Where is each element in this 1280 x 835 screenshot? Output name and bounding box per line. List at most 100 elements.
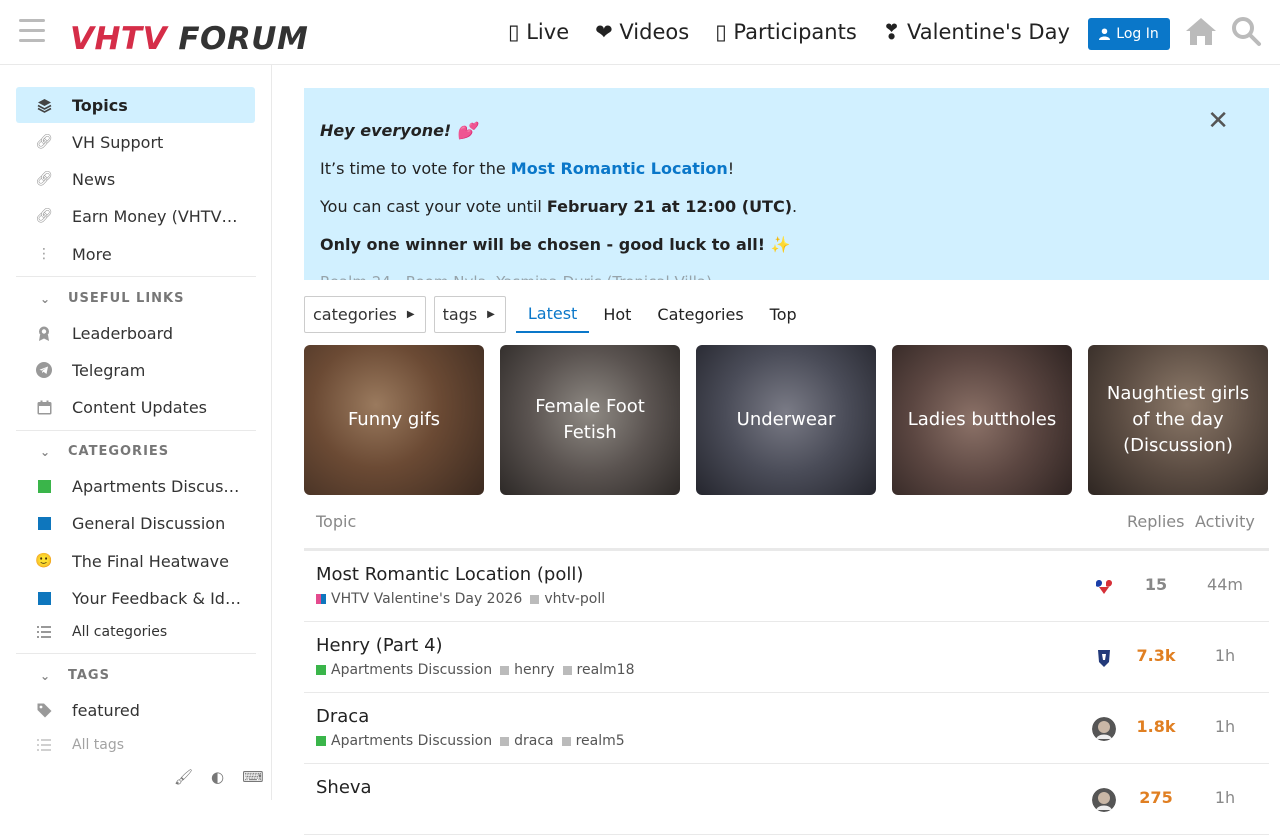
reply-count[interactable]: 1.8k	[1124, 717, 1188, 736]
table-row[interactable]: Henry (Part 4) Apartments Discussion hen…	[304, 622, 1269, 693]
sidebar-item-news[interactable]: 🔗︎ News	[16, 161, 255, 197]
sidebar-item-earn-money[interactable]: 🔗︎ Earn Money (VHTV Affiliate Program)	[16, 198, 255, 234]
site-logo[interactable]: VHTV FORUM	[70, 17, 308, 61]
chevron-down-icon: ⌄	[40, 291, 52, 306]
sidebar-tag-featured[interactable]: featured	[16, 692, 255, 728]
avatar[interactable]	[1092, 575, 1116, 599]
hamburger-menu-icon[interactable]	[19, 19, 45, 43]
featured-card[interactable]: Female Foot Fetish	[500, 345, 680, 495]
sidebar-divider	[16, 430, 256, 431]
sidebar-category-general[interactable]: General Discussion	[16, 505, 255, 541]
avatar[interactable]	[1092, 788, 1116, 812]
tag-swatch	[500, 736, 510, 746]
categories-dropdown[interactable]: categories ▶	[304, 296, 426, 333]
table-row[interactable]: Draca Apartments Discussion draca realm5…	[304, 693, 1269, 764]
dropdown-label: categories	[313, 305, 397, 324]
login-label: Log In	[1116, 26, 1159, 42]
sidebar-item-topics[interactable]: Topics	[16, 87, 255, 123]
avatar[interactable]	[1092, 717, 1116, 741]
topic-tag[interactable]: henry	[500, 662, 555, 678]
sidebar-category-apartments[interactable]: Apartments Discussion	[16, 468, 255, 504]
featured-card[interactable]: Funny gifs	[304, 345, 484, 495]
sidebar-item-content-updates[interactable]: Content Updates	[16, 389, 255, 425]
topic-tag[interactable]: realm5	[561, 733, 625, 749]
close-icon[interactable]: ✕	[1207, 106, 1229, 136]
category-color-swatch	[16, 516, 72, 530]
tab-hot[interactable]: Hot	[591, 296, 643, 333]
caret-right-icon: ▶	[487, 309, 495, 320]
column-header-replies[interactable]: Replies	[1127, 512, 1184, 531]
reply-count[interactable]: 275	[1124, 788, 1188, 807]
caret-right-icon: ▶	[406, 309, 415, 320]
tab-categories[interactable]: Categories	[645, 296, 755, 333]
featured-card[interactable]: Underwear	[696, 345, 876, 495]
category-color-swatch	[16, 479, 72, 493]
nav-participants[interactable]: ▯ Participants	[715, 16, 857, 48]
topic-category[interactable]: VHTV Valentine's Day 2026	[316, 591, 522, 607]
sidebar-all-tags[interactable]: All tags	[16, 729, 255, 761]
featured-card[interactable]: Ladies buttholes	[892, 345, 1072, 495]
list-icon	[16, 626, 72, 638]
topic-tag[interactable]: draca	[500, 733, 554, 749]
topic-title[interactable]: Henry (Part 4)	[316, 635, 443, 656]
topic-meta: Apartments Discussion draca realm5	[316, 733, 633, 749]
banner-greeting: Hey everyone! 💕	[320, 121, 477, 140]
search-icon[interactable]	[1230, 15, 1262, 47]
sidebar-item-leaderboard[interactable]: Leaderboard	[16, 315, 255, 351]
column-header-activity[interactable]: Activity	[1195, 512, 1255, 531]
nav-videos[interactable]: ❤ Videos	[595, 16, 689, 48]
poll-link[interactable]: Most Romantic Location	[511, 159, 728, 178]
avatar[interactable]	[1092, 646, 1116, 670]
home-icon[interactable]	[1184, 15, 1218, 47]
tag-label: vhtv-poll	[544, 591, 606, 607]
chevron-down-icon: ⌄	[40, 668, 52, 683]
link-icon: 🔗︎	[35, 171, 53, 187]
activity-time[interactable]: 1h	[1194, 788, 1256, 807]
sidebar-item-vh-support[interactable]: 🔗︎ VH Support	[16, 124, 255, 160]
tag-swatch	[500, 665, 510, 675]
featured-card[interactable]: Naughtiest girls of the day (Discussion)	[1088, 345, 1268, 495]
tags-dropdown[interactable]: tags ▶	[433, 296, 506, 333]
nav-valentines-day[interactable]: ❣ Valentine's Day	[883, 16, 1070, 48]
sidebar-all-categories[interactable]: All categories	[16, 616, 255, 648]
sidebar-category-feedback[interactable]: Your Feedback & Ideas	[16, 580, 255, 616]
tab-top[interactable]: Top	[758, 296, 809, 333]
sidebar-category-final-heatwave[interactable]: 🙂 The Final Heatwave	[16, 543, 255, 579]
reply-count[interactable]: 7.3k	[1124, 646, 1188, 665]
activity-time[interactable]: 1h	[1194, 717, 1256, 736]
tag-swatch	[561, 736, 571, 746]
topic-title[interactable]: Sheva	[316, 777, 372, 798]
topic-tag[interactable]: vhtv-poll	[530, 591, 605, 607]
sidebar-section-tags[interactable]: ⌄ TAGS	[40, 668, 110, 683]
tab-latest[interactable]: Latest	[515, 296, 590, 333]
reply-count[interactable]: 15	[1124, 575, 1188, 594]
brush-icon[interactable]: 🖌︎	[174, 768, 193, 786]
table-row[interactable]: Most Romantic Location (poll) VHTV Valen…	[304, 551, 1269, 622]
sidebar-item-label: General Discussion	[72, 513, 226, 533]
activity-time[interactable]: 44m	[1194, 575, 1256, 594]
tag-label: realm18	[576, 662, 635, 678]
banner-text: It’s time to vote for the	[320, 159, 511, 178]
theme-toggle-icon[interactable]: ◐	[211, 768, 224, 786]
banner-text: You can cast your vote until	[320, 197, 547, 216]
sidebar-item-telegram[interactable]: Telegram	[16, 352, 255, 388]
topic-category[interactable]: Apartments Discussion	[316, 733, 492, 749]
tag-icon	[16, 703, 72, 718]
topic-title[interactable]: Most Romantic Location (poll)	[316, 564, 583, 585]
sidebar-section-useful-links[interactable]: ⌄ USEFUL LINKS	[40, 291, 184, 306]
topic-tag[interactable]: realm18	[562, 662, 635, 678]
sidebar-item-more[interactable]: ⋮ More	[16, 236, 255, 272]
keyboard-icon[interactable]: ⌨	[242, 768, 264, 786]
category-color-swatch	[316, 594, 326, 604]
sidebar-item-label: News	[72, 169, 116, 189]
section-heading: TAGS	[68, 668, 110, 683]
column-header-topic[interactable]: Topic	[316, 512, 356, 531]
topic-title[interactable]: Draca	[316, 706, 369, 727]
sidebar-item-label: All tags	[72, 737, 125, 753]
sidebar-section-categories[interactable]: ⌄ CATEGORIES	[40, 444, 169, 459]
topic-category[interactable]: Apartments Discussion	[316, 662, 492, 678]
activity-time[interactable]: 1h	[1194, 646, 1256, 665]
nav-live[interactable]: ▯ Live	[508, 16, 569, 48]
login-button[interactable]: Log In	[1088, 18, 1170, 50]
link-icon: 🔗︎	[35, 208, 53, 224]
